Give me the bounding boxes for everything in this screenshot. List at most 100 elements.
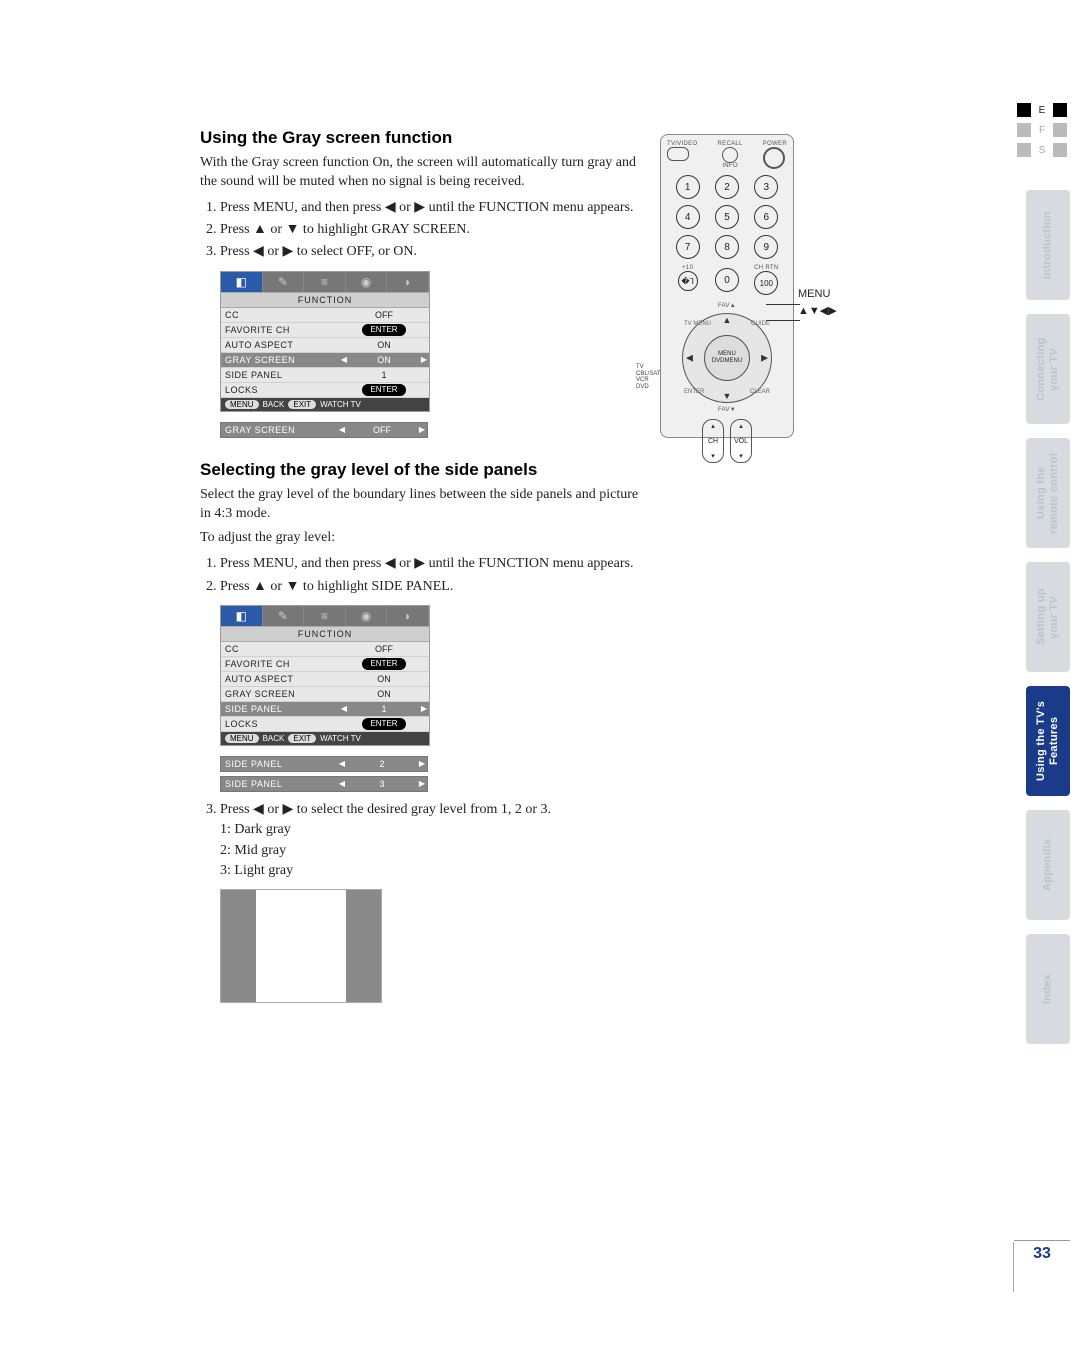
remote-recall-label: RECALL (718, 141, 743, 147)
tab-features[interactable]: Using the TV's Features (1026, 686, 1070, 796)
osd-tab-icon[interactable]: ≡ (304, 272, 346, 292)
remote-num-4[interactable]: 4 (676, 205, 700, 229)
callout-arrows: ▲▼◀▶ (798, 303, 837, 320)
osd-row[interactable]: LOCKSENTER (221, 717, 429, 732)
tab-remote[interactable]: Using the remote control (1026, 438, 1070, 548)
remote-num-2[interactable]: 2 (715, 175, 739, 199)
triangle-right-icon[interactable]: ▶ (417, 425, 427, 434)
osd-single-side: SIDE PANEL◀2▶ (220, 756, 428, 772)
osd-row-value: OFF (347, 425, 417, 435)
tab-setting[interactable]: Setting up your TV (1026, 562, 1070, 672)
osd-row[interactable]: SIDE PANEL1 (221, 368, 429, 383)
osd-footer: MENU BACK EXIT WATCH TV (221, 398, 429, 411)
osd-row-value: 1 (349, 370, 419, 380)
osd-row[interactable]: AUTO ASPECTON (221, 338, 429, 353)
osd-single-gray: GRAY SCREEN ◀ OFF ▶ (220, 422, 428, 438)
remote-dpad[interactable]: TV MENU GUIDE ENTER CLEAR ▲ ▼ ◀ ▶ MENU D… (682, 313, 772, 403)
osd-row[interactable]: GRAY SCREENON (221, 687, 429, 702)
osd-foot-watch: WATCH TV (320, 734, 361, 743)
osd-tab-icon[interactable]: ✎ (263, 606, 305, 626)
osd-footer: MENU BACK EXIT WATCH TV (221, 732, 429, 745)
triangle-left-icon[interactable]: ◀ (337, 425, 347, 434)
remote-power-button[interactable] (763, 147, 785, 169)
lang-marker (1017, 143, 1031, 157)
triangle-right-icon[interactable]: ▶ (417, 779, 427, 788)
remote-recall-button[interactable] (722, 147, 738, 163)
osd-row-label: GRAY SCREEN (221, 689, 339, 699)
triangle-right-icon[interactable]: ▶ (419, 704, 429, 713)
lang-marker (1053, 143, 1067, 157)
tab-appendix[interactable]: Appendix (1026, 810, 1070, 920)
triangle-left-icon[interactable]: ◀ (337, 779, 347, 788)
osd-row[interactable]: LOCKSENTER (221, 383, 429, 398)
osd-row[interactable]: SIDE PANEL◀3▶ (220, 776, 428, 792)
remote-num-9[interactable]: 9 (754, 235, 778, 259)
step: Press ▲ or ▼ to highlight SIDE PANEL. (220, 577, 640, 597)
tab-index[interactable]: Index (1026, 934, 1070, 1044)
remote-vol-rocker[interactable]: ▴VOL▾ (730, 419, 752, 463)
remote-num-0[interactable]: 0 (715, 268, 739, 292)
osd-foot-menu: MENU (225, 400, 259, 409)
triangle-left-icon[interactable]: ◀ (339, 704, 349, 713)
triangle-right-icon[interactable]: ▶ (417, 759, 427, 768)
osd-row-value: OFF (349, 310, 419, 320)
remote-num-7[interactable]: 7 (676, 235, 700, 259)
osd-tab-icon[interactable]: ✎ (263, 272, 305, 292)
osd-row[interactable]: FAVORITE CHENTER (221, 323, 429, 338)
osd-row-label: FAVORITE CH (221, 325, 339, 335)
remote-dpad-left-icon[interactable]: ◀ (686, 353, 693, 364)
side-panel-figure (220, 889, 382, 1003)
remote-illustration: TV/VIDEO RECALL INFO POWER 1 2 3 4 5 6 7… (660, 134, 880, 438)
osd-tab-icon[interactable]: ◉ (346, 606, 388, 626)
lang-marker (1053, 123, 1067, 137)
osd-row-value: ON (349, 674, 419, 684)
remote-num-6[interactable]: 6 (754, 205, 778, 229)
remote-ch-rocker[interactable]: ▴CH▾ (702, 419, 724, 463)
osd-tab-icon[interactable]: ◉ (346, 272, 388, 292)
section1-title: Using the Gray screen function (200, 128, 640, 148)
osd-row[interactable]: FAVORITE CHENTER (221, 657, 429, 672)
osd-tab-icon[interactable]: ≡ (304, 606, 346, 626)
osd-row-label: SIDE PANEL (221, 704, 339, 714)
osd-row[interactable]: SIDE PANEL◀2▶ (220, 756, 428, 772)
osd-row[interactable]: GRAY SCREEN ◀ OFF ▶ (220, 422, 428, 438)
osd-tab-icon[interactable]: ◗ (387, 272, 429, 292)
leader-line (766, 320, 800, 321)
section2-steps: Press MENU, and then press ◀ or ▶ until … (220, 554, 640, 597)
remote-num-8[interactable]: 8 (715, 235, 739, 259)
osd-row[interactable]: CCOFF (221, 642, 429, 657)
osd-row[interactable]: GRAY SCREEN◀ON▶ (221, 353, 429, 368)
osd-tab-icon[interactable]: ◧ (221, 272, 263, 292)
osd-row-label: GRAY SCREEN (221, 355, 339, 365)
remote-tvvideo-label: TV/VIDEO (667, 141, 697, 147)
triangle-left-icon[interactable]: ◀ (337, 759, 347, 768)
tab-connecting[interactable]: Connecting your TV (1026, 314, 1070, 424)
remote-dpad-right-icon[interactable]: ▶ (761, 353, 768, 364)
osd-row[interactable]: CCOFF (221, 308, 429, 323)
osd-row-label: LOCKS (221, 719, 339, 729)
remote-tvvideo-button[interactable] (667, 147, 689, 161)
level-3: 3: Light gray (220, 863, 293, 878)
osd-single-side: SIDE PANEL◀3▶ (220, 776, 428, 792)
remote-plus10-button[interactable]: �⅂ (678, 271, 698, 291)
remote-dpad-down-icon[interactable]: ▼ (723, 391, 732, 401)
tab-introduction[interactable]: Introduction (1026, 190, 1070, 300)
remote-num-3[interactable]: 3 (754, 175, 778, 199)
remote-num-1[interactable]: 1 (676, 175, 700, 199)
osd-tab-icon[interactable]: ◧ (221, 606, 263, 626)
triangle-right-icon[interactable]: ▶ (419, 355, 429, 364)
remote-corner-clear: CLEAR (750, 389, 770, 395)
remote-num-100[interactable]: 100 (754, 271, 778, 295)
osd-row-label: SIDE PANEL (221, 779, 337, 789)
remote-dpad-up-icon[interactable]: ▲ (723, 315, 732, 325)
osd-row-label: CC (221, 644, 339, 654)
osd-row[interactable]: SIDE PANEL◀1▶ (221, 702, 429, 717)
step: Press MENU, and then press ◀ or ▶ until … (220, 198, 640, 218)
level-2: 2: Mid gray (220, 843, 286, 858)
osd-tab-icon[interactable]: ◗ (387, 606, 429, 626)
level-1: 1: Dark gray (220, 822, 291, 837)
triangle-left-icon[interactable]: ◀ (339, 355, 349, 364)
remote-num-5[interactable]: 5 (715, 205, 739, 229)
remote-menu-button[interactable]: MENU DVDMENU (704, 335, 750, 381)
osd-row[interactable]: AUTO ASPECTON (221, 672, 429, 687)
